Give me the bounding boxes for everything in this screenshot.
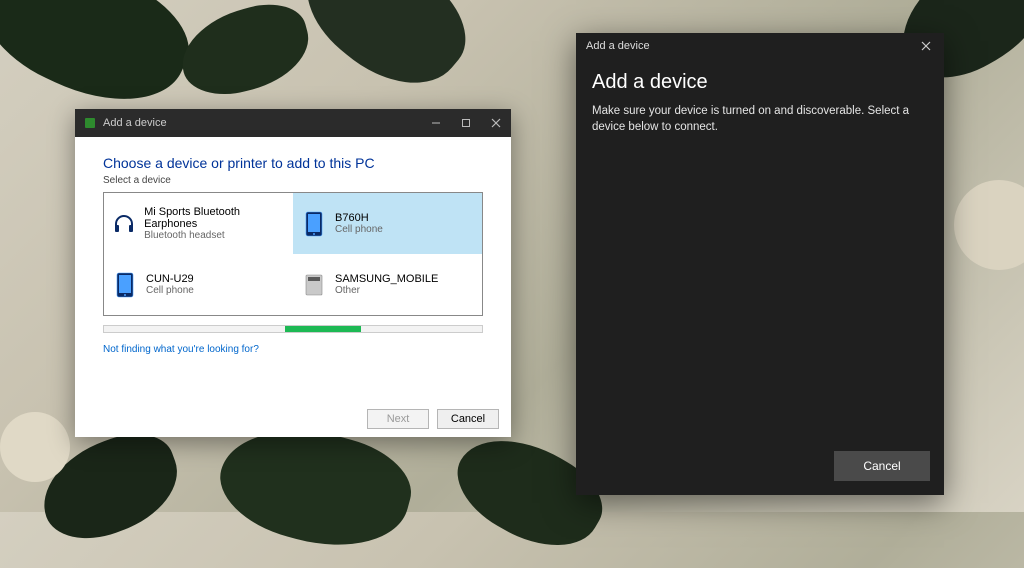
headset-icon	[112, 211, 136, 237]
device-item-earphones[interactable]: Mi Sports Bluetooth Earphones Bluetooth …	[104, 193, 293, 254]
pc-icon	[301, 272, 327, 298]
titlebar[interactable]: Add a device	[576, 33, 944, 59]
next-button[interactable]: Next	[367, 409, 429, 429]
minimize-button[interactable]	[421, 109, 451, 137]
device-name: CUN-U29	[146, 273, 194, 285]
dialog-description: Make sure your device is turned on and d…	[592, 104, 928, 135]
device-type: Other	[335, 285, 438, 296]
titlebar[interactable]: Add a device	[75, 109, 511, 137]
device-item-b760h[interactable]: B760H Cell phone	[293, 193, 482, 254]
bg-leaf	[285, 0, 486, 112]
device-type: Bluetooth headset	[144, 230, 285, 241]
close-button[interactable]	[908, 33, 944, 59]
dialog-subtext: Select a device	[103, 175, 483, 186]
device-item-samsung-mobile[interactable]: SAMSUNG_MOBILE Other	[293, 254, 482, 315]
device-item-cun-u29[interactable]: CUN-U29 Cell phone	[104, 254, 293, 315]
device-name: SAMSUNG_MOBILE	[335, 273, 438, 285]
phone-icon	[301, 211, 327, 237]
bg-flower	[954, 180, 1024, 270]
titlebar-icon	[81, 117, 99, 129]
cancel-button[interactable]: Cancel	[437, 409, 499, 429]
phone-icon	[112, 272, 138, 298]
maximize-button[interactable]	[451, 109, 481, 137]
dialog-heading: Add a device	[592, 71, 928, 94]
bg-flower	[0, 412, 70, 482]
scan-progress	[103, 324, 483, 334]
device-type: Cell phone	[146, 285, 194, 296]
device-name: B760H	[335, 212, 383, 224]
close-button[interactable]	[481, 109, 511, 137]
device-type: Cell phone	[335, 224, 383, 235]
bg-leaf	[172, 0, 318, 105]
help-link[interactable]: Not finding what you're looking for?	[103, 344, 259, 355]
cancel-button[interactable]: Cancel	[834, 451, 930, 481]
add-device-classic-dialog: Add a device Choose a device or printer …	[75, 109, 511, 437]
device-name: Mi Sports Bluetooth Earphones	[144, 206, 285, 230]
add-device-modern-dialog: Add a device Add a device Make sure your…	[576, 33, 944, 495]
dialog-heading: Choose a device or printer to add to thi…	[103, 155, 483, 171]
titlebar-title: Add a device	[103, 117, 167, 129]
titlebar-title: Add a device	[586, 40, 650, 52]
device-list: Mi Sports Bluetooth Earphones Bluetooth …	[103, 192, 483, 316]
